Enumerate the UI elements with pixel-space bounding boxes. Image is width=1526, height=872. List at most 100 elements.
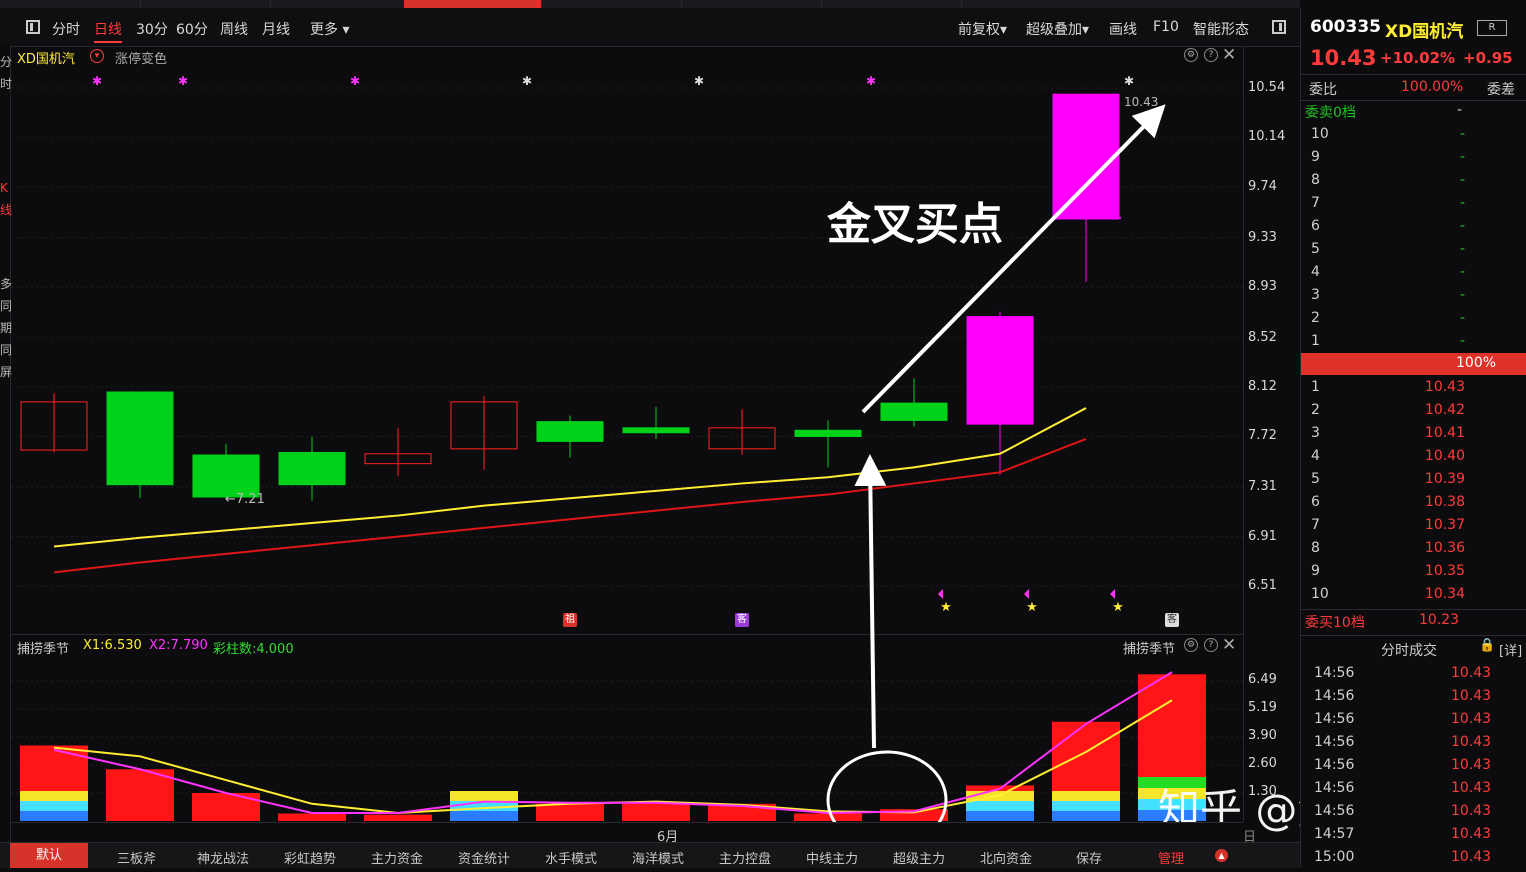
y-tick-label: 9.33: [1248, 229, 1277, 245]
smart-pattern-button[interactable]: 智能形态: [1193, 19, 1249, 39]
adjust-menu[interactable]: 前复权▾: [958, 19, 1007, 39]
indicator-name[interactable]: 捕捞季节: [17, 638, 69, 657]
tab-30min[interactable]: 30分: [136, 19, 168, 39]
bottom-tab[interactable]: 超级主力: [893, 848, 945, 867]
bottom-tab[interactable]: 北向资金: [980, 848, 1032, 867]
settings-icon[interactable]: ⚙: [1184, 638, 1198, 652]
buy-level-row[interactable]: 8 10.36: [1301, 540, 1526, 563]
chevron-down-icon[interactable]: ▾: [90, 49, 104, 63]
buy-level-row[interactable]: 9 10.35: [1301, 563, 1526, 586]
bottom-tab[interactable]: 海洋模式: [632, 848, 684, 867]
candle-body: [192, 454, 260, 498]
signal-badge[interactable]: 客: [1165, 613, 1179, 627]
tab-monthly[interactable]: 月线: [262, 19, 290, 39]
bottom-tab[interactable]: 主力资金: [371, 848, 423, 867]
buy-level-row[interactable]: 5 10.39: [1301, 471, 1526, 494]
sell-level-row[interactable]: 9-: [1301, 149, 1526, 172]
indicator-bar-band: [966, 811, 1034, 821]
chevron-up-icon[interactable]: ▲: [1215, 849, 1228, 862]
top-tab[interactable]: [140, 0, 271, 8]
tab-fenshi[interactable]: 分时: [52, 19, 80, 39]
trade-time: 14:56: [1314, 734, 1355, 750]
indicator-bar-band: [1052, 791, 1120, 801]
settings-icon[interactable]: ⚙: [1184, 48, 1198, 62]
bottom-tab-save[interactable]: 保存: [1076, 848, 1102, 867]
candle-body: [880, 402, 948, 421]
sell-value: -: [1457, 102, 1463, 118]
level-price: -: [1459, 195, 1465, 211]
buy-level-row[interactable]: 2 10.42: [1301, 402, 1526, 425]
trade-row: 14:56 10.43: [1301, 711, 1526, 734]
r-badge[interactable]: R: [1477, 20, 1507, 36]
bottom-tab[interactable]: 资金统计: [458, 848, 510, 867]
overlay-menu[interactable]: 超级叠加▾: [1026, 19, 1089, 39]
close-icon[interactable]: ✕: [1222, 45, 1236, 65]
sell-level-row[interactable]: 2-: [1301, 310, 1526, 333]
f10-button[interactable]: F10: [1153, 19, 1179, 35]
bottom-tab-manage[interactable]: 管理: [1158, 848, 1184, 867]
trade-price: 10.43: [1451, 757, 1492, 773]
sell-level-row[interactable]: 7-: [1301, 195, 1526, 218]
bottom-tab[interactable]: 水手模式: [545, 848, 597, 867]
bottom-tab[interactable]: 彩虹趋势: [284, 848, 336, 867]
buy-level-row[interactable]: 6 10.38: [1301, 494, 1526, 517]
help-icon[interactable]: ?: [1204, 48, 1218, 62]
sell-level-row[interactable]: 10 -: [1301, 126, 1526, 149]
buy-level-row[interactable]: 10 10.34: [1301, 586, 1526, 609]
signal-badge[interactable]: 客: [735, 613, 749, 627]
stock-name: XD国机汽: [1385, 22, 1464, 42]
top-tab[interactable]: [541, 0, 682, 8]
signal-star-mark: ✱: [522, 74, 532, 88]
sell-level-row[interactable]: 4-: [1301, 264, 1526, 287]
limit-color-option[interactable]: 涨停变色: [115, 48, 167, 67]
level-price: -: [1459, 218, 1465, 234]
top-tab[interactable]: [0, 0, 141, 8]
bottom-tab[interactable]: 中线主力: [806, 848, 858, 867]
sell-level-row[interactable]: 8-: [1301, 172, 1526, 195]
golden-cross-annotation: 金叉买点: [827, 199, 1003, 250]
buy-level-row[interactable]: 7 10.37: [1301, 517, 1526, 540]
bottom-tab[interactable]: 三板斧: [117, 848, 156, 867]
help-icon[interactable]: ?: [1204, 638, 1218, 652]
stock-label: XD国机汽: [17, 52, 75, 67]
bottom-tab-default[interactable]: 默认: [10, 843, 89, 868]
buy-level-row[interactable]: 4 10.40: [1301, 448, 1526, 471]
panel-toggle-icon[interactable]: [1272, 20, 1286, 34]
indicator-bar-band: [1052, 811, 1120, 821]
top-tab-active[interactable]: [404, 0, 542, 8]
buy-level-row[interactable]: 1 10.43: [1301, 379, 1526, 402]
sell-level-row[interactable]: 3-: [1301, 287, 1526, 310]
candle-body: [536, 421, 604, 442]
close-icon[interactable]: ✕: [1222, 635, 1236, 655]
level-price: 10.38: [1424, 494, 1465, 510]
quote-panel: 600335 XD国机汽 R 10.43 +10.02% +0.95 委比 10…: [1300, 8, 1526, 867]
top-tab[interactable]: [681, 0, 822, 8]
tab-60min[interactable]: 60分: [176, 19, 208, 39]
bottom-tab[interactable]: 神龙战法: [197, 848, 249, 867]
sell-level-row[interactable]: 5-: [1301, 241, 1526, 264]
left-label[interactable]: K: [0, 182, 8, 194]
draw-line-button[interactable]: 画线: [1109, 19, 1137, 39]
signal-badge[interactable]: 祖: [563, 613, 577, 627]
pct-change: +10.02%: [1380, 49, 1456, 67]
tab-daily[interactable]: 日线: [94, 19, 122, 43]
trade-time: 14:56: [1314, 803, 1355, 819]
sidebar-toggle-icon[interactable]: [26, 20, 40, 34]
top-tab[interactable]: [270, 0, 405, 8]
tab-more[interactable]: 更多 ▾: [310, 19, 349, 39]
trades-detail-link[interactable]: [详]: [1499, 640, 1522, 659]
kline-chart[interactable]: ✱ ✱ ✱ ✱ ✱ ✱ ✱ ★ ★ ★: [11, 46, 1243, 634]
top-tab[interactable]: [821, 0, 962, 8]
left-side-strip: 分 时 K 线 多 同 期 同 屏: [0, 46, 12, 842]
buy-level-row[interactable]: 3 10.41: [1301, 425, 1526, 448]
level-num: 2: [1311, 402, 1320, 418]
main-kline-panel[interactable]: ✱ ✱ ✱ ✱ ✱ ✱ ✱ ★ ★ ★ XD国机汽 ▾ 涨停变色 ⚙ ? ✕ ←7.21 10.4…: [11, 45, 1243, 634]
tab-weekly[interactable]: 周线: [220, 19, 248, 39]
level-num: 6: [1311, 494, 1320, 510]
lock-icon[interactable]: 🔒: [1479, 638, 1495, 653]
bottom-tab[interactable]: 主力控盘: [719, 848, 771, 867]
indicator-panel[interactable]: 捕捞季节 X1:6.530 X2:7.790 彩柱数:4.000 捕捞季节 ⚙ …: [11, 634, 1243, 823]
sell-level-row[interactable]: 6-: [1301, 218, 1526, 241]
sub-y-tick-label: 3.90: [1248, 727, 1277, 743]
indicator-chart[interactable]: [11, 635, 1243, 823]
